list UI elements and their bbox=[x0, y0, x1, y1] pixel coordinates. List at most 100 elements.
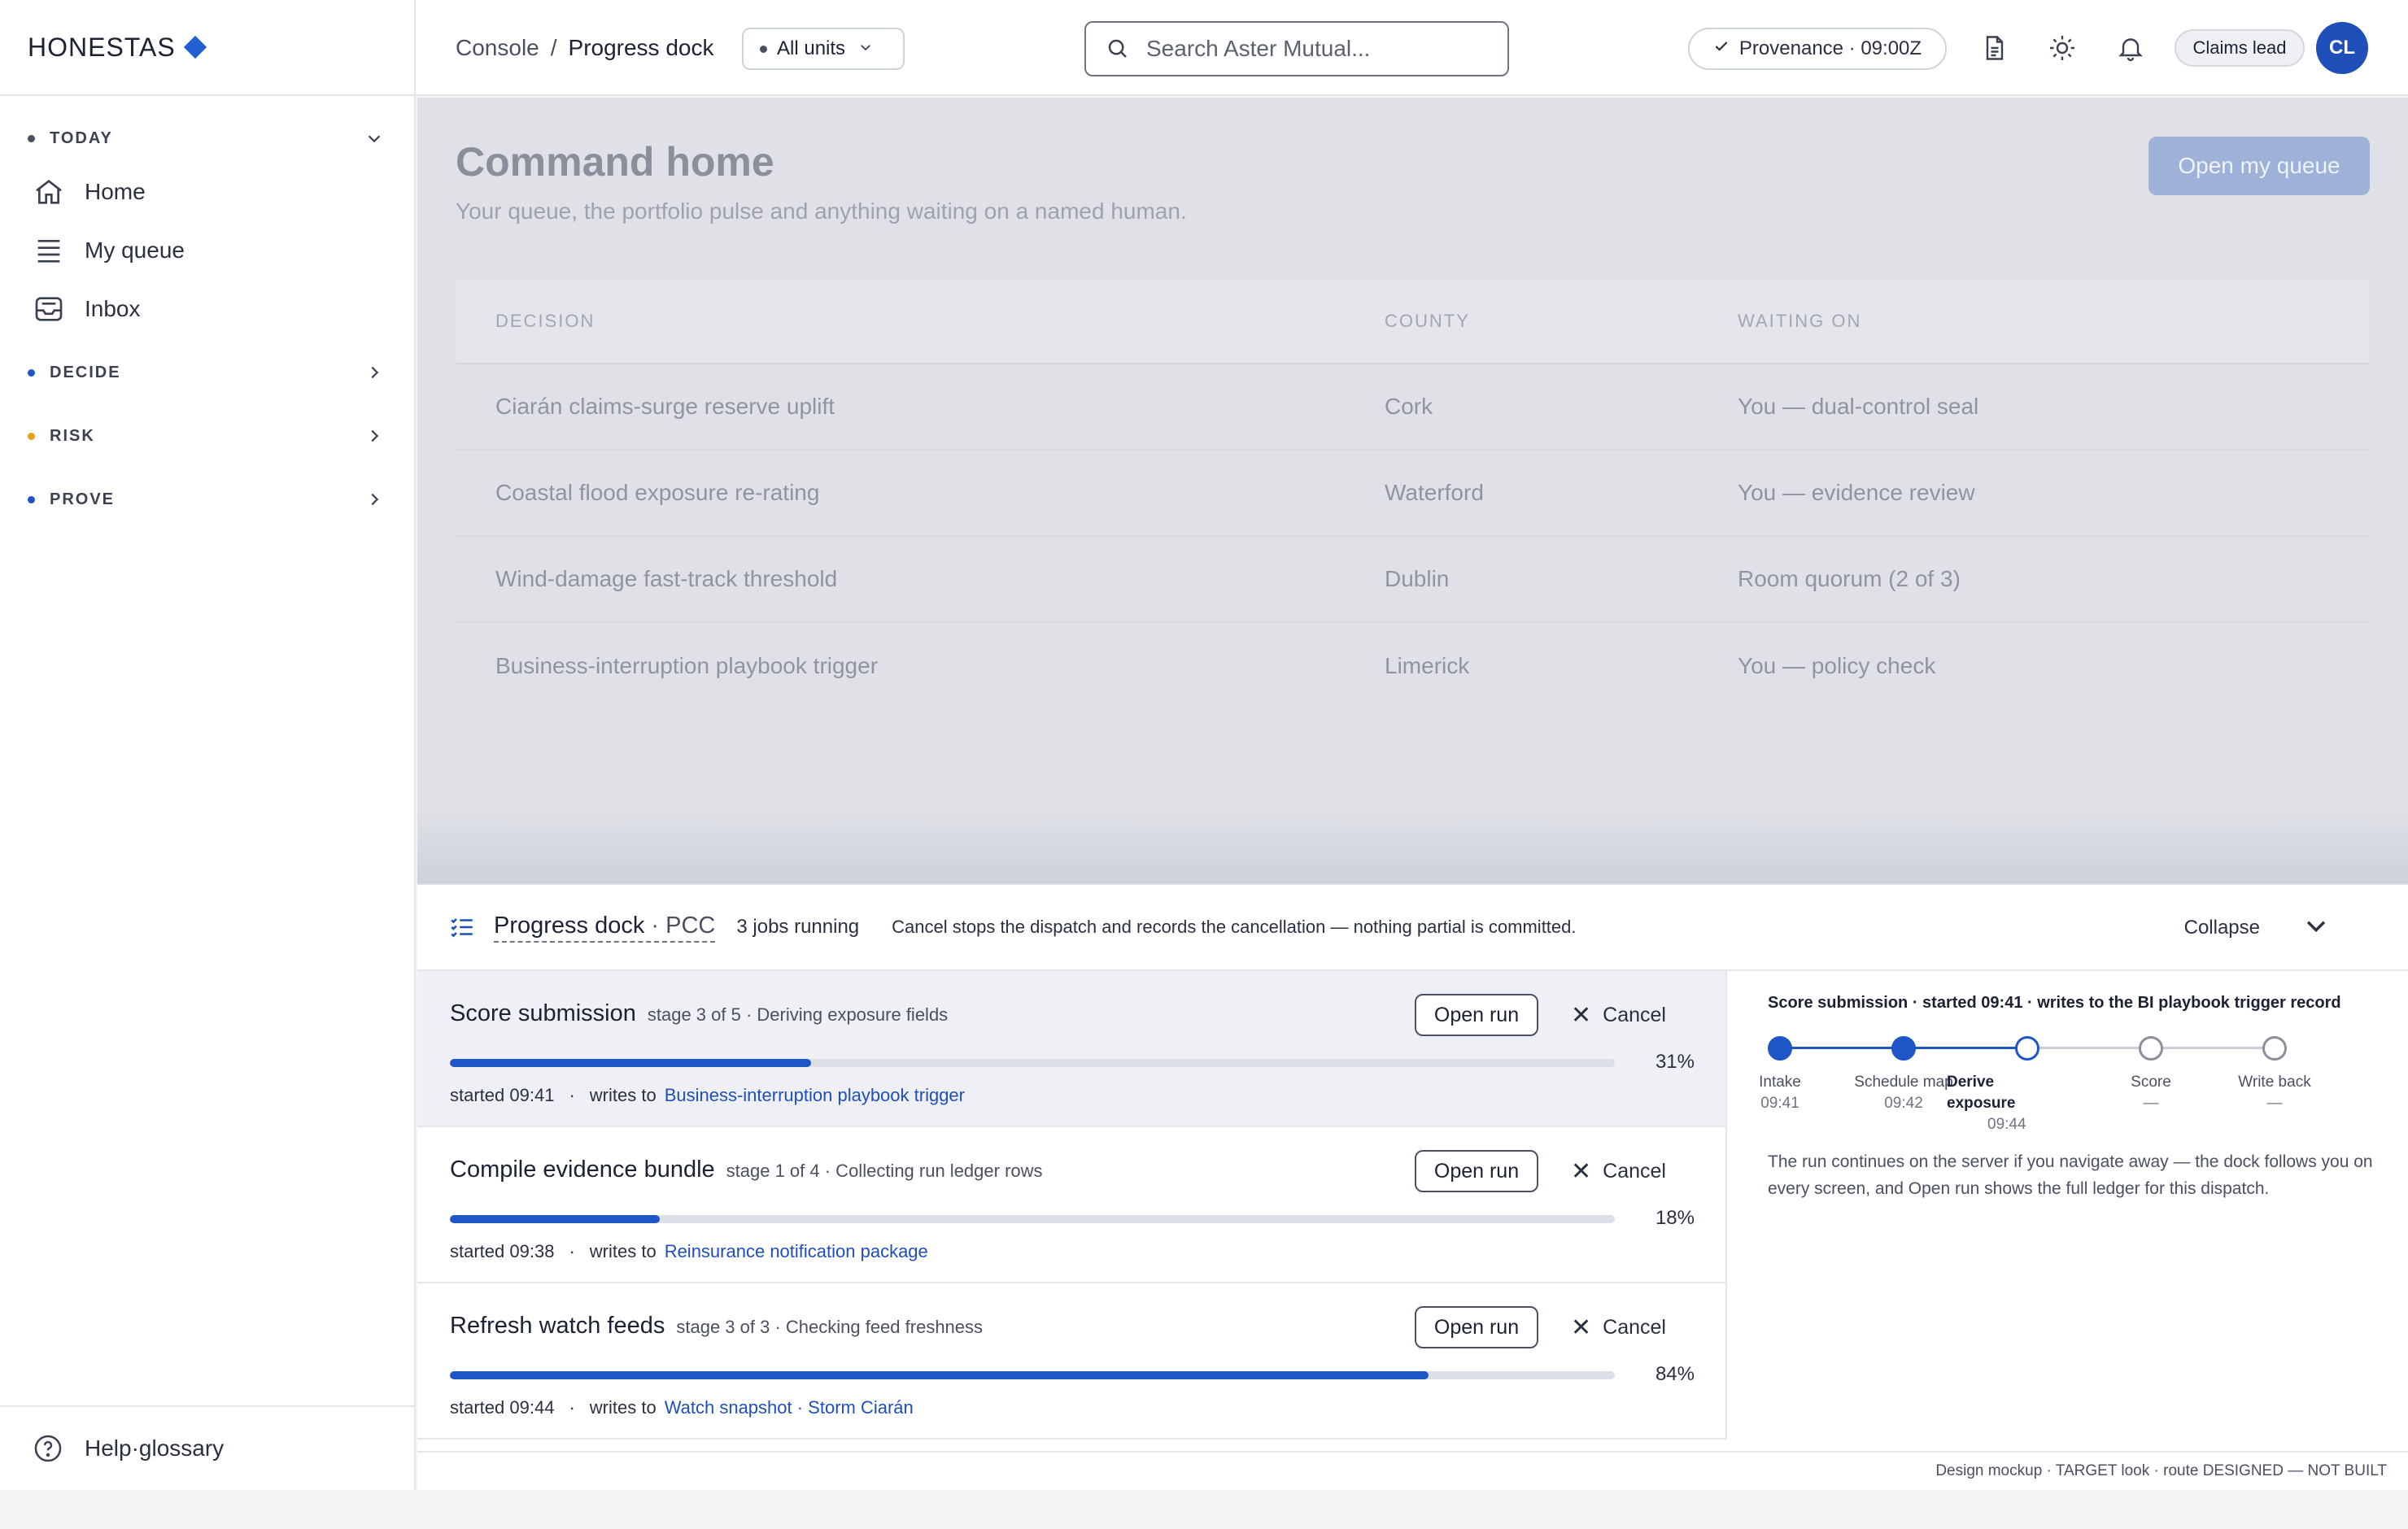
bell-icon[interactable] bbox=[2114, 32, 2147, 64]
dock-title-sub: · PCC bbox=[651, 912, 716, 939]
cancel-button[interactable]: ✕ Cancel bbox=[1571, 994, 1666, 1036]
meta-separator: · bbox=[569, 1397, 575, 1418]
close-icon: ✕ bbox=[1571, 1157, 1592, 1185]
breadcrumb-console[interactable]: Console bbox=[456, 35, 539, 61]
progress-dock: Progress dock · PCC 3 jobs running Cance… bbox=[417, 883, 2408, 1490]
job-row[interactable]: Compile evidence bundle stage 1 of 4 · Co… bbox=[417, 1127, 1725, 1283]
document-icon[interactable] bbox=[1978, 32, 2011, 64]
step-connector bbox=[1904, 1047, 2027, 1049]
table-row[interactable]: Business-interruption playbook trigger L… bbox=[456, 623, 2370, 709]
step-label-current: Derive exposure 09:44 bbox=[1947, 1072, 2061, 1135]
progress-percent: 84% bbox=[1655, 1363, 1695, 1385]
step-dot-done-icon bbox=[1891, 1036, 1916, 1061]
step-dot-current-icon bbox=[2015, 1036, 2039, 1061]
job-row[interactable]: Refresh watch feeds stage 3 of 3 · Checki… bbox=[417, 1283, 1725, 1440]
county-cell: Dublin bbox=[1385, 566, 1450, 591]
cancel-button[interactable]: ✕ Cancel bbox=[1571, 1306, 1666, 1348]
table-header: DECISION COUNTY WAITING ON bbox=[456, 280, 2370, 364]
close-icon: ✕ bbox=[1571, 1001, 1592, 1029]
nav-section-prove[interactable]: PROVE bbox=[0, 475, 414, 524]
cancel-label: Cancel bbox=[1603, 1315, 1666, 1339]
open-run-button[interactable]: Open run bbox=[1415, 1306, 1538, 1348]
writes-to-label: writes to bbox=[589, 1241, 657, 1261]
chevron-right-icon[interactable] bbox=[362, 424, 386, 448]
chevron-down-icon bbox=[858, 37, 873, 60]
chevron-right-icon[interactable] bbox=[362, 487, 386, 512]
column-header: WAITING ON bbox=[1738, 311, 1862, 331]
decision-cell: Coastal flood exposure re-rating bbox=[495, 480, 820, 505]
table-row[interactable]: Coastal flood exposure re-rating Waterfo… bbox=[456, 451, 2370, 537]
step-dot-pending-icon bbox=[2262, 1036, 2287, 1061]
unit-dot-icon bbox=[760, 45, 767, 53]
search-icon bbox=[1108, 39, 1127, 58]
provenance-badge[interactable]: Provenance · 09:00Z bbox=[1688, 28, 1947, 70]
job-stage: stage 3 of 5 · Deriving exposure fields bbox=[647, 1004, 949, 1025]
open-my-queue-button[interactable]: Open my queue bbox=[2148, 137, 2370, 195]
nav-section-label: TODAY bbox=[50, 129, 113, 147]
sidebar-item-inbox[interactable]: Inbox bbox=[0, 280, 414, 338]
county-cell: Limerick bbox=[1385, 653, 1470, 678]
job-started: started 09:38 bbox=[450, 1241, 555, 1261]
sidebar-item-home[interactable]: Home bbox=[0, 163, 414, 221]
search-box[interactable] bbox=[1084, 21, 1509, 76]
dim-overlay-fade bbox=[417, 810, 2408, 883]
help-glossary-link[interactable]: Help·glossary bbox=[0, 1405, 414, 1490]
job-target-link[interactable]: Reinsurance notification package bbox=[665, 1241, 928, 1262]
waiting-on-cell: You — policy check bbox=[1738, 653, 1936, 678]
column-header: COUNTY bbox=[1385, 311, 1470, 331]
job-row[interactable]: Score submission stage 3 of 5 · Deriving … bbox=[417, 971, 1725, 1127]
sidebar-nav: TODAY Home My queue Inbox DECIDE RISK PR… bbox=[0, 96, 414, 524]
chevron-right-icon[interactable] bbox=[362, 360, 386, 385]
step-name: Schedule map bbox=[1854, 1074, 1953, 1091]
section-dot-icon bbox=[28, 368, 35, 377]
provenance-label: Provenance · 09:00Z bbox=[1738, 37, 1922, 59]
table-row[interactable]: Wind-damage fast-track threshold Dublin … bbox=[456, 537, 2370, 623]
job-target-link[interactable]: Business-interruption playbook trigger bbox=[665, 1085, 965, 1106]
job-target-link[interactable]: Watch snapshot · Storm Ciarán bbox=[665, 1397, 914, 1418]
bottom-strip bbox=[0, 1490, 2408, 1529]
run-stepper: Intake 09:41 Schedule map 09:42 Derive exp… bbox=[1759, 1035, 2386, 1135]
jobs-running-count: 3 jobs running bbox=[736, 916, 860, 938]
step-label: Write back — bbox=[2210, 1072, 2340, 1114]
step-name: Derive exposure bbox=[1947, 1074, 2016, 1112]
step-label: Intake 09:41 bbox=[1715, 1072, 1845, 1114]
dock-title-text: Progress dock bbox=[494, 912, 645, 939]
cancel-label: Cancel bbox=[1603, 1159, 1666, 1183]
step-label: Score — bbox=[2086, 1072, 2216, 1114]
dock-title[interactable]: Progress dock · PCC bbox=[494, 912, 716, 943]
job-title: Compile evidence bundle bbox=[450, 1157, 715, 1183]
cancel-button[interactable]: ✕ Cancel bbox=[1571, 1150, 1666, 1192]
unit-select[interactable]: All units bbox=[742, 28, 905, 70]
writes-to-label: writes to bbox=[589, 1397, 657, 1418]
theme-sun-icon[interactable] bbox=[2046, 32, 2079, 64]
role-badge[interactable]: Claims lead bbox=[2175, 29, 2305, 67]
waiting-on-cell: You — dual-control seal bbox=[1738, 394, 1979, 419]
job-title: Refresh watch feeds bbox=[450, 1313, 665, 1339]
chevron-down-icon[interactable] bbox=[362, 126, 386, 150]
step-connector bbox=[2027, 1047, 2151, 1049]
run-detail-heading: Score submission · started 09:41 · write… bbox=[1768, 994, 2341, 1012]
unit-select-value: All units bbox=[777, 37, 846, 59]
progress-fill bbox=[450, 1215, 660, 1223]
section-dot-icon bbox=[28, 495, 35, 503]
table-row[interactable]: Ciarán claims-surge reserve uplift Cork … bbox=[456, 364, 2370, 451]
nav-section-today[interactable]: TODAY bbox=[0, 114, 414, 163]
brand-logo[interactable]: HONESTAS bbox=[0, 0, 414, 96]
collapse-label: Collapse bbox=[2183, 917, 2260, 939]
brand-name: HONESTAS bbox=[28, 32, 176, 62]
open-run-button[interactable]: Open run bbox=[1415, 1150, 1538, 1192]
county-cell: Cork bbox=[1385, 394, 1433, 419]
nav-section-label: PROVE bbox=[50, 490, 116, 508]
nav-section-risk[interactable]: RISK bbox=[0, 412, 414, 460]
step-dot-pending-icon bbox=[2139, 1036, 2163, 1061]
check-icon bbox=[1713, 37, 1730, 60]
avatar[interactable]: CL bbox=[2316, 22, 2368, 74]
collapse-button[interactable]: Collapse bbox=[2184, 885, 2348, 971]
section-dot-icon bbox=[28, 134, 35, 142]
nav-section-decide[interactable]: DECIDE bbox=[0, 348, 414, 397]
open-run-button[interactable]: Open run bbox=[1415, 994, 1538, 1036]
search-input[interactable] bbox=[1146, 36, 1488, 62]
inbox-icon bbox=[35, 297, 63, 321]
sidebar-item-my-queue[interactable]: My queue bbox=[0, 221, 414, 280]
step-time: — bbox=[2143, 1095, 2159, 1112]
